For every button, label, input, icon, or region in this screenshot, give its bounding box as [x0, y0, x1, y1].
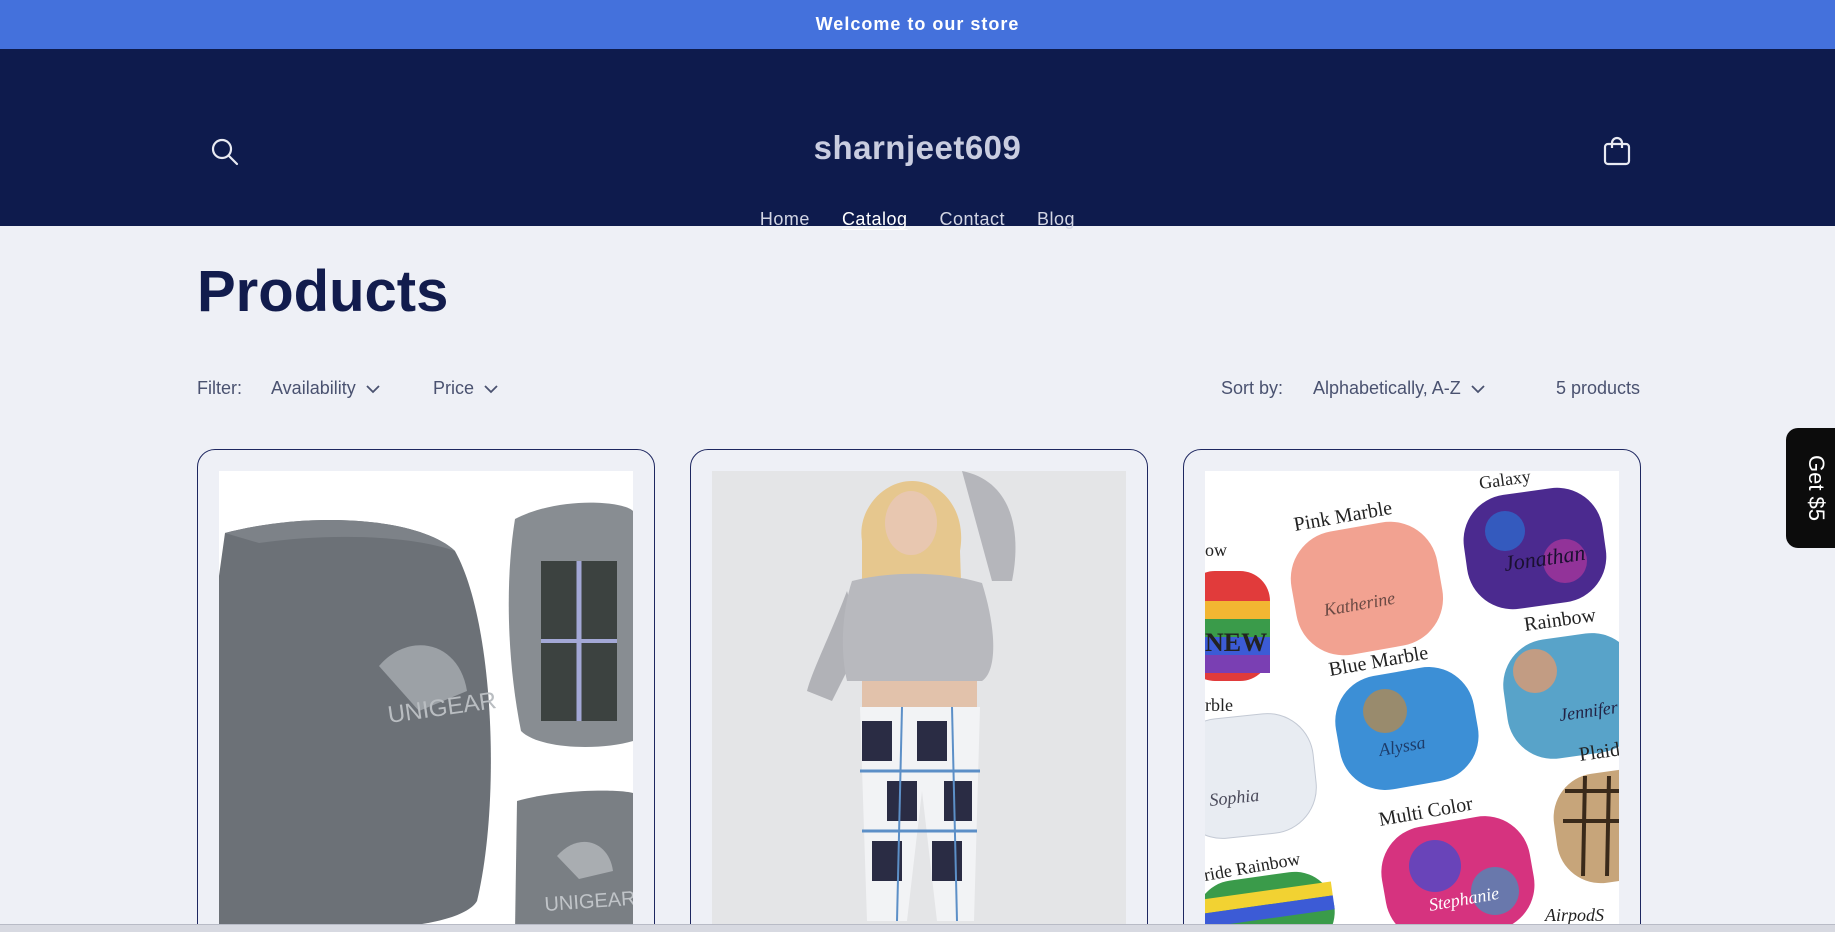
- product-grid: UNIGEAR UNIGEAR NEW ow Pink Marble Kathe…: [197, 449, 1641, 932]
- availability-filter-dropdown[interactable]: Availability: [271, 378, 380, 399]
- nav-contact-link[interactable]: Contact: [939, 209, 1005, 230]
- case-label-text: NEW: [1205, 628, 1267, 657]
- nav-home-link[interactable]: Home: [760, 209, 810, 230]
- case-label-text: AirpodS: [1544, 905, 1604, 925]
- nav-blog-link[interactable]: Blog: [1037, 209, 1075, 230]
- availability-filter-label: Availability: [271, 378, 356, 398]
- product-count: 5 products: [1555, 378, 1640, 398]
- product-card[interactable]: [690, 449, 1148, 932]
- announcement-text: Welcome to our store: [815, 14, 1020, 34]
- rain-cover-backpack-image: UNIGEAR UNIGEAR: [219, 471, 633, 931]
- sort-dropdown[interactable]: Alphabetically, A-Z: [1313, 378, 1485, 399]
- get-5-promo-tab[interactable]: Get $5: [1786, 428, 1835, 548]
- product-card[interactable]: UNIGEAR UNIGEAR: [197, 449, 655, 932]
- get-5-label: Get $5: [1804, 454, 1829, 522]
- plaid-pants-model-image: [712, 471, 1126, 931]
- price-filter-dropdown[interactable]: Price: [433, 378, 498, 399]
- filter-sort-toolbar: Filter: Availability Price Sort by: Alph…: [197, 376, 1640, 400]
- bottom-scroll-strip: [0, 924, 1835, 932]
- case-label-text: rble: [1205, 695, 1233, 715]
- page-title: Products: [197, 259, 449, 324]
- announcement-bar: Welcome to our store: [0, 0, 1835, 49]
- chevron-down-icon: [1471, 384, 1485, 393]
- site-header: sharnjeet609 Home Catalog Contact Blog: [0, 49, 1835, 229]
- chevron-down-icon: [366, 384, 380, 393]
- chevron-down-icon: [484, 384, 498, 393]
- filter-label: Filter:: [197, 378, 242, 398]
- store-brand-link[interactable]: sharnjeet609: [0, 129, 1835, 167]
- main-nav: Home Catalog Contact Blog: [0, 209, 1835, 230]
- nav-catalog-link[interactable]: Catalog: [842, 209, 908, 230]
- airpods-case-image: NEW ow Pink Marble Katherine Galaxy Jona…: [1205, 471, 1619, 931]
- sort-value: Alphabetically, A-Z: [1313, 378, 1461, 398]
- sort-label: Sort by:: [1221, 378, 1284, 398]
- price-filter-label: Price: [433, 378, 475, 398]
- product-card[interactable]: NEW ow Pink Marble Katherine Galaxy Jona…: [1183, 449, 1641, 932]
- cart-icon[interactable]: [1601, 135, 1633, 167]
- case-label-text: ow: [1205, 540, 1227, 560]
